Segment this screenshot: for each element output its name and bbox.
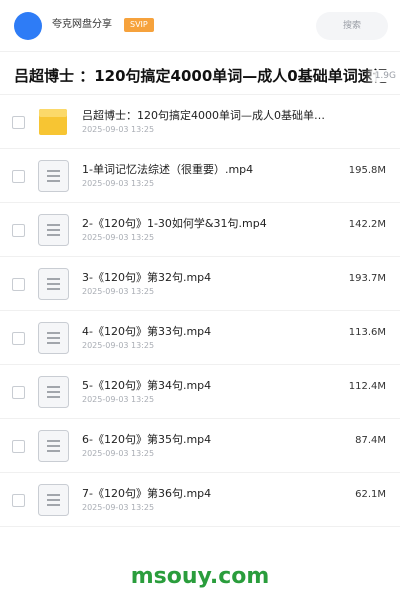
file-date: 2025-09-03 13:25: [82, 125, 155, 134]
search-button[interactable]: 搜索: [316, 12, 388, 40]
row-checkbox[interactable]: [12, 116, 25, 129]
user-name: 夸克网盘分享: [52, 19, 112, 30]
file-list: 吕超博士：120句搞定4000单词—成人0基础单词速记 2025-09-03 13…: [0, 94, 400, 527]
file-date: 2025-09-03 13:25: [82, 179, 155, 188]
file-name: 4-《120句》第33句.mp4: [82, 325, 212, 338]
watermark-logo: msouy.com: [130, 564, 270, 589]
file-row[interactable]: 1-单词记忆法综述（很重要）.mp4 2025-09-03 13:25 195.8M: [0, 148, 400, 202]
row-checkbox[interactable]: [12, 278, 25, 291]
file-row[interactable]: 吕超博士：120句搞定4000单词—成人0基础单词速记 2025-09-03 13…: [0, 94, 400, 148]
row-checkbox[interactable]: [12, 386, 25, 399]
video-file-icon: [36, 484, 70, 516]
file-name: 2-《120句》1-30如何学&31句.mp4: [82, 217, 267, 230]
video-file-icon: [36, 214, 70, 246]
file-date: 2025-09-03 13:25: [82, 233, 155, 242]
file-size: 113.6M: [348, 327, 386, 338]
video-file-icon: [36, 160, 70, 192]
header: 夸克网盘分享 SVIP 搜索: [0, 0, 400, 52]
video-file-icon: [36, 430, 70, 462]
row-checkbox[interactable]: [12, 224, 25, 237]
file-name: 3-《120句》第32句.mp4: [82, 271, 212, 284]
row-checkbox[interactable]: [12, 440, 25, 453]
file-row[interactable]: 4-《120句》第33句.mp4 2025-09-03 13:25 113.6M: [0, 310, 400, 364]
video-file-icon: [36, 376, 70, 408]
file-name: 6-《120句》第35句.mp4: [82, 433, 212, 446]
file-date: 2025-09-03 13:25: [82, 449, 155, 458]
file-size: 87.4M: [355, 435, 386, 446]
file-date: 2025-09-03 13:25: [82, 395, 155, 404]
file-date: 2025-09-03 13:25: [82, 341, 155, 350]
list-divider: [0, 526, 400, 527]
row-checkbox[interactable]: [12, 494, 25, 507]
file-date: 2025-09-03 13:25: [82, 503, 155, 512]
file-size: 112.4M: [348, 381, 386, 392]
file-name: 7-《120句》第36句.mp4: [82, 487, 212, 500]
video-file-icon: [36, 322, 70, 354]
file-size: 195.8M: [348, 165, 386, 176]
file-row[interactable]: 3-《120句》第32句.mp4 2025-09-03 13:25 193.7M: [0, 256, 400, 310]
avatar[interactable]: [14, 12, 42, 40]
file-size: 62.1M: [355, 489, 386, 500]
file-size: 193.7M: [348, 273, 386, 284]
file-row[interactable]: 5-《120句》第34句.mp4 2025-09-03 13:25 112.4M: [0, 364, 400, 418]
row-checkbox[interactable]: [12, 170, 25, 183]
file-name: 1-单词记忆法综述（很重要）.mp4: [82, 163, 254, 176]
video-file-icon: [36, 268, 70, 300]
file-row[interactable]: 7-《120句》第36句.mp4 2025-09-03 13:25 62.1M: [0, 472, 400, 526]
file-date: 2025-09-03 13:25: [82, 287, 155, 296]
title-row: 吕超博士 ：120句搞定4000单词—成人0基础单词速记 1.9G: [0, 56, 400, 94]
row-checkbox[interactable]: [12, 332, 25, 345]
page-title: 吕超博士 ：120句搞定4000单词—成人0基础单词速记: [14, 67, 388, 85]
total-size: 1.9G: [364, 70, 396, 82]
file-name: 5-《120句》第34句.mp4: [82, 379, 212, 392]
file-row[interactable]: 6-《120句》第35句.mp4 2025-09-03 13:25 87.4M: [0, 418, 400, 472]
folder-icon: [36, 106, 70, 138]
file-row[interactable]: 2-《120句》1-30如何学&31句.mp4 2025-09-03 13:25 1…: [0, 202, 400, 256]
file-size: 142.2M: [348, 219, 386, 230]
file-name: 吕超博士：120句搞定4000单词—成人0基础单词速记: [82, 109, 332, 122]
svip-badge: SVIP: [124, 18, 154, 32]
